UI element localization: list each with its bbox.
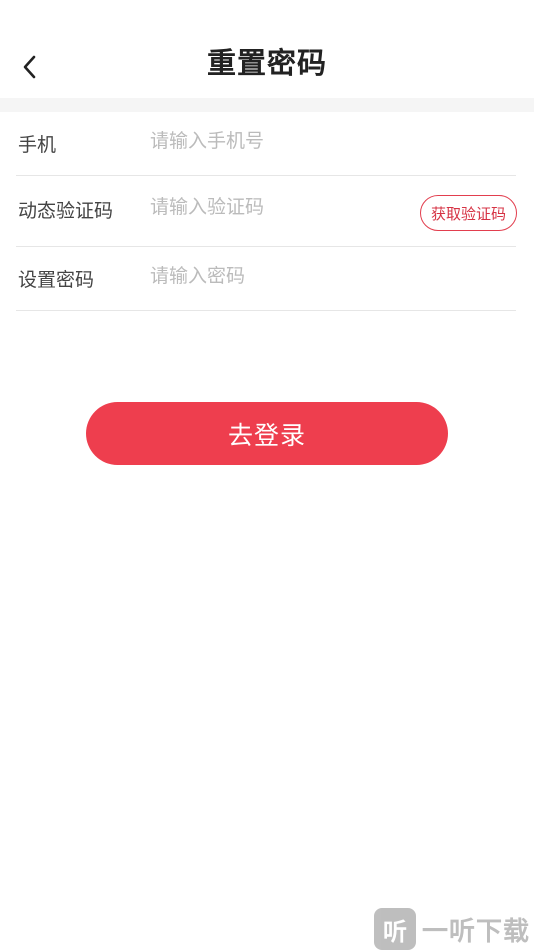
reset-password-page: 重置密码 手机 动态验证码 获取验证码 设置密码 去登录 听 一听下载 — [0, 0, 534, 950]
watermark-text: 一听下载 — [422, 916, 531, 947]
password-row: 设置密码 — [16, 247, 516, 311]
get-code-button[interactable]: 获取验证码 — [420, 195, 517, 231]
verification-code-input[interactable] — [150, 196, 410, 218]
password-input[interactable] — [150, 265, 410, 287]
phone-label: 手机 — [18, 134, 57, 156]
phone-row: 手机 — [16, 112, 516, 176]
page-title: 重置密码 — [206, 46, 327, 80]
header-bar: 重置密码 — [0, 0, 534, 98]
watermark-logo-icon: 听 — [374, 908, 416, 950]
header-divider-band — [0, 98, 534, 112]
password-label: 设置密码 — [18, 269, 95, 291]
verification-code-row: 动态验证码 获取验证码 — [16, 176, 517, 247]
watermark: 听 一听下载 — [374, 908, 534, 950]
phone-input[interactable] — [150, 130, 410, 152]
login-button[interactable]: 去登录 — [86, 402, 448, 465]
verification-code-label: 动态验证码 — [18, 200, 114, 222]
